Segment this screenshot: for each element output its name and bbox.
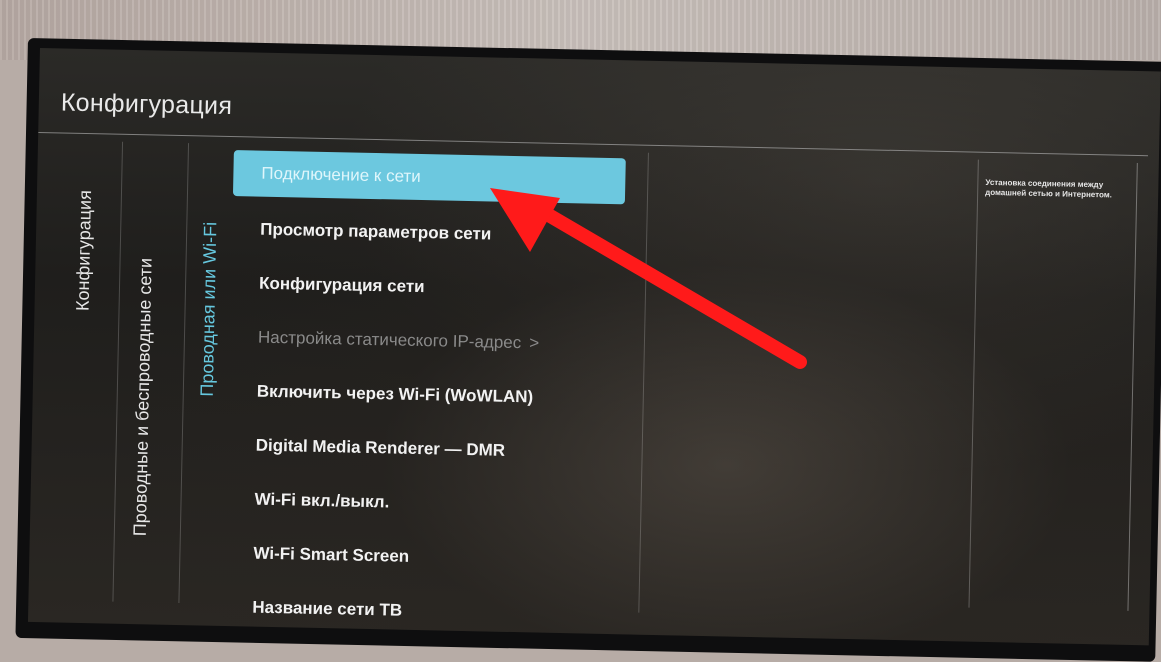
divider-3 xyxy=(638,152,649,613)
menu-item-label: Подключение к сети xyxy=(261,163,421,186)
menu-item-wifi-toggle[interactable]: Wi-Fi вкл./выкл. xyxy=(226,472,627,534)
tv-screen: Конфигурация Конфигурация Проводные и бе… xyxy=(27,48,1161,646)
menu-item-view-network-settings[interactable]: Просмотр параметров сети xyxy=(232,202,633,264)
menu-item-label: Wi-Fi вкл./выкл. xyxy=(254,489,390,512)
menu-item-network-config[interactable]: Конфигурация сети xyxy=(231,256,632,318)
menu-item-wowlan[interactable]: Включить через Wi-Fi (WoWLAN) xyxy=(228,364,629,426)
divider-2 xyxy=(178,143,190,604)
menu-item-label: Название сети ТВ xyxy=(252,597,403,620)
menu-item-label: Включить через Wi-Fi (WoWLAN) xyxy=(256,381,534,407)
breadcrumb-config[interactable]: Конфигурация xyxy=(73,190,97,311)
menu-item-static-ip[interactable]: Настройка статического IP-адрес > xyxy=(229,310,630,372)
menu-item-wifi-smart-screen[interactable]: Wi-Fi Smart Screen xyxy=(225,526,626,588)
title-divider xyxy=(38,131,1148,157)
settings-menu: Подключение к сети Просмотр параметров с… xyxy=(224,150,634,642)
chevron-right-icon: > xyxy=(529,333,540,353)
page-title: Конфигурация xyxy=(60,88,233,121)
menu-item-label: Wi-Fi Smart Screen xyxy=(253,543,410,566)
breadcrumb-wired-wifi[interactable]: Проводная или Wi-Fi xyxy=(197,222,222,397)
menu-item-connect-network[interactable]: Подключение к сети xyxy=(232,150,626,205)
menu-item-label: Просмотр параметров сети xyxy=(260,219,492,244)
menu-item-label: Конфигурация сети xyxy=(258,273,425,297)
menu-item-label: Настройка статического IP-адрес xyxy=(257,327,522,353)
divider-1 xyxy=(112,141,124,602)
help-panel-frame xyxy=(968,159,1138,611)
help-text: Установка соединения между домашней сеть… xyxy=(985,177,1113,200)
menu-item-dmr[interactable]: Digital Media Renderer — DMR xyxy=(227,418,628,480)
breadcrumb-networks[interactable]: Проводные и беспроводные сети xyxy=(130,258,157,537)
menu-item-label: Digital Media Renderer — DMR xyxy=(255,435,506,460)
